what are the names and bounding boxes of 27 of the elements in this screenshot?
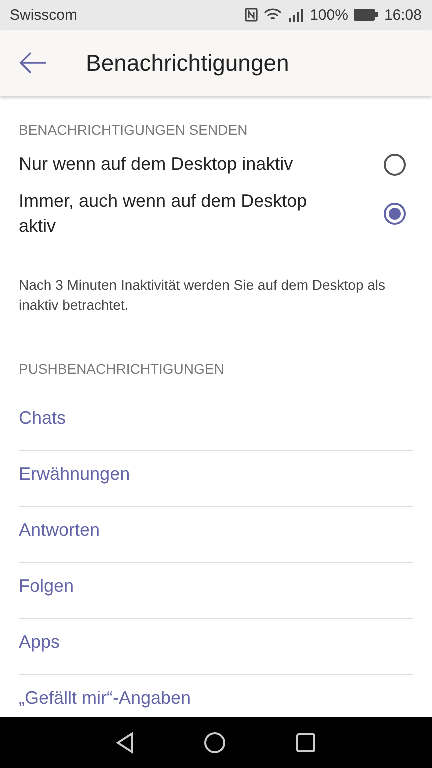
section-heading: PUSHBENACHRICHTIGUNGEN — [19, 360, 226, 379]
page-title: Benachrichtigungen — [86, 50, 290, 76]
settings-link[interactable]: Antworten — [19, 507, 413, 563]
settings-link[interactable]: Folgen — [19, 563, 413, 619]
nfc-icon — [245, 8, 258, 22]
radio-button[interactable] — [384, 203, 406, 225]
triangle-icon — [116, 732, 134, 754]
settings-link[interactable]: Apps — [19, 619, 413, 675]
radio-button[interactable] — [384, 154, 406, 176]
circle-icon — [204, 732, 226, 754]
section-heading: BENACHRICHTIGUNGEN SENDEN — [19, 121, 249, 140]
recents-nav-button[interactable] — [296, 732, 316, 752]
settings-link[interactable]: Chats — [19, 395, 413, 451]
wifi-icon — [264, 8, 282, 22]
option-label: Nur wenn auf dem Desktop inaktiv — [19, 153, 294, 176]
carrier-name: Swisscom — [10, 6, 79, 24]
option-label: Immer, auch wenn auf dem Desktop aktiv — [19, 190, 308, 238]
square-icon — [296, 732, 316, 752]
hint-text: Nach 3 Minuten Inaktivität werden Sie auf dem Desktop als inaktiv betrachtet. — [19, 276, 387, 315]
signal-icon — [288, 8, 304, 22]
clock-time: 16:08 — [384, 6, 422, 24]
settings-link[interactable]: Erwähnungen — [19, 451, 413, 507]
battery-percent: 100% — [310, 6, 348, 24]
back-nav-button[interactable] — [116, 732, 134, 754]
battery-icon — [354, 9, 378, 21]
back-arrow-icon — [19, 52, 47, 74]
home-nav-button[interactable] — [204, 732, 226, 754]
